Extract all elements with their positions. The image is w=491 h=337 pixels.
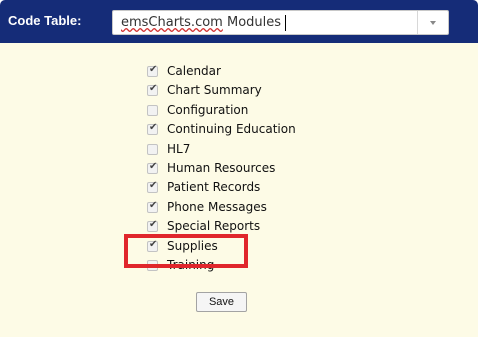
- module-checkbox[interactable]: [147, 219, 158, 233]
- module-label: Special Reports: [167, 219, 261, 234]
- module-label: Configuration: [167, 102, 249, 117]
- module-checkbox[interactable]: [147, 104, 158, 116]
- module-checkbox[interactable]: [147, 143, 158, 155]
- module-label: Human Resources: [167, 160, 276, 175]
- module-checkbox[interactable]: [147, 161, 158, 174]
- select-value-underlined-text: emsCharts.com: [121, 15, 223, 30]
- module-checkbox[interactable]: [147, 200, 158, 213]
- highlight-box: [124, 234, 248, 268]
- select-value-rest-text: Modules: [222, 15, 282, 30]
- module-checkbox[interactable]: [147, 180, 158, 194]
- code-table-select[interactable]: emsCharts.com Modules: [112, 10, 449, 35]
- chevron-down-icon[interactable]: [417, 11, 448, 34]
- modules-panel: Calendar Chart Summary Configuration Contin…: [0, 43, 478, 337]
- code-table-select-value: emsCharts.com Modules: [121, 15, 281, 30]
- text-caret: [285, 15, 286, 31]
- code-table-label: Code Table:: [8, 13, 82, 28]
- module-checkbox[interactable]: [147, 64, 158, 77]
- module-checkbox[interactable]: [147, 122, 158, 136]
- module-label: Patient Records: [167, 180, 261, 195]
- module-label: Phone Messages: [167, 199, 267, 214]
- module-label: HL7: [167, 141, 191, 156]
- module-label: Continuing Education: [167, 122, 296, 137]
- module-checkbox[interactable]: [147, 83, 158, 97]
- module-label: Calendar: [167, 64, 221, 78]
- save-button[interactable]: Save: [196, 292, 247, 312]
- code-table-header: Code Table: emsCharts.com Modules: [0, 0, 478, 43]
- module-label: Chart Summary: [167, 83, 262, 98]
